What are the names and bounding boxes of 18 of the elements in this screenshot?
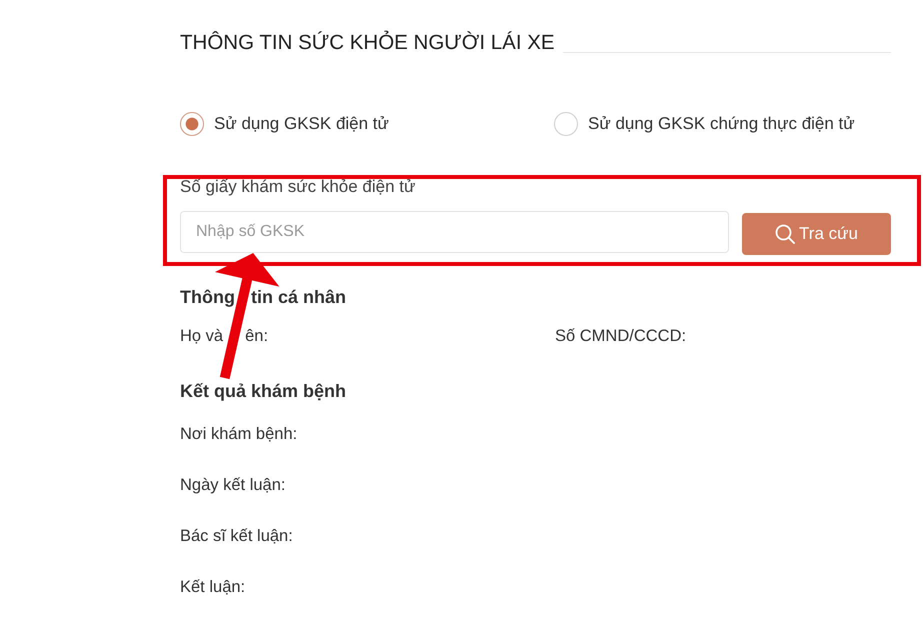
radio-label[interactable]: Sử dụng GKSK chứng thực điện tử (588, 112, 855, 136)
radio-label[interactable]: Sử dụng GKSK điện tử (214, 112, 389, 136)
section-title: THÔNG TIN SỨC KHỎE NGƯỜI LÁI XE (180, 30, 555, 56)
field-label: ên: (245, 326, 268, 347)
field-label: Bác sĩ kết luận: (180, 526, 293, 547)
section-heading: tin cá nhân (250, 287, 346, 307)
section-heading: Kết quả khám bệnh (180, 381, 346, 401)
radio-button[interactable] (180, 112, 204, 136)
field-label: Số giấy khám sức khỏe điện tử (180, 176, 416, 198)
field-label: Nơi khám bệnh: (180, 424, 298, 445)
field-label: Ngày kết luận: (180, 475, 286, 496)
field-label: Số CMND/CCCD: (555, 326, 686, 347)
field-label: Họ và (180, 326, 224, 347)
gksk-input-field[interactable]: Nhập số GKSK (180, 211, 729, 253)
search-icon (775, 224, 796, 244)
radio-button[interactable] (554, 112, 578, 136)
field-label: Kết luận: (180, 577, 246, 598)
section-heading: Thông (180, 287, 235, 307)
